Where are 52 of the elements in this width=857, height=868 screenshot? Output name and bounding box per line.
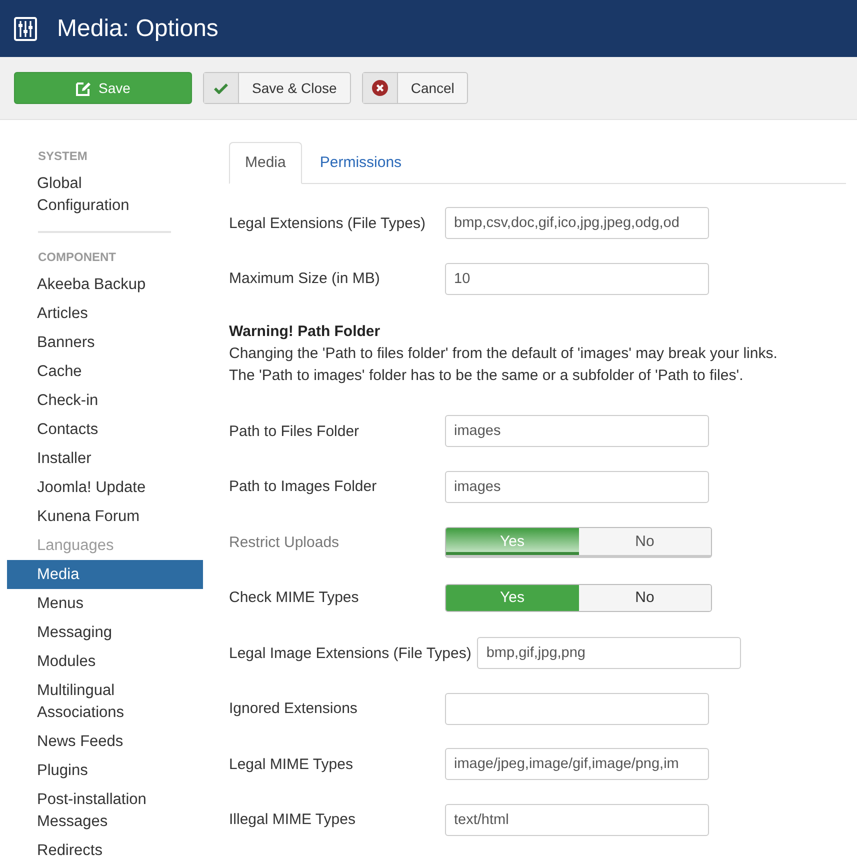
sidebar-item[interactable]: Contacts [7, 415, 203, 444]
tab[interactable]: Permissions [304, 142, 418, 184]
text-field[interactable]: images [445, 415, 709, 447]
text-field[interactable]: bmp,csv,doc,gif,ico,jpg,jpeg,odg,od [445, 207, 709, 239]
sidebar-item[interactable]: Media [7, 560, 203, 589]
sidebar-item[interactable]: Plugins [7, 756, 203, 785]
sidebar-item[interactable]: News Feeds [7, 727, 203, 756]
field-label: Illegal MIME Types [229, 811, 356, 828]
text-field[interactable]: 10 [445, 262, 709, 294]
field-label: Legal Image Extensions (File Types) [229, 644, 472, 662]
save-close-button[interactable]: Save & Close [203, 72, 351, 104]
sidebar-item[interactable]: Global Configuration [7, 170, 203, 220]
sliders-icon [14, 16, 37, 40]
sidebar-item[interactable]: Modules [7, 647, 203, 676]
field-label: Ignored Extensions [229, 700, 358, 717]
field-label: Legal Extensions (File Types) [229, 214, 426, 232]
text-field[interactable]: images [445, 470, 709, 502]
sidebar-heading: SYSTEM [37, 148, 88, 165]
text-field[interactable] [445, 692, 709, 724]
text-field[interactable]: bmp,gif,jpg,png [477, 637, 742, 669]
page-title: Media: Options [57, 14, 218, 42]
sidebar-item[interactable]: Kunena Forum [7, 502, 203, 531]
check-icon [214, 82, 228, 94]
sidebar-item[interactable]: Menus [7, 589, 203, 618]
sidebar-item[interactable]: Cache [7, 357, 203, 386]
sidebar-item[interactable]: Akeeba Backup [7, 270, 203, 299]
field-label: Check MIME Types [229, 589, 360, 606]
field-label: Path to Images Folder [229, 478, 378, 495]
warning-heading: Warning! Path Folder [229, 322, 382, 342]
sidebar-item[interactable]: Installer [7, 444, 203, 473]
x-circle-icon [372, 80, 388, 96]
field-label: Legal MIME Types [229, 756, 354, 772]
sidebar-item[interactable]: Redirects [7, 836, 203, 865]
toggle-option[interactable]: No [578, 584, 711, 610]
sidebar-item[interactable]: Joomla! Update [7, 473, 203, 502]
sidebar-item[interactable]: Post-installation Messages [7, 785, 203, 836]
sidebar-item[interactable]: Messaging [7, 618, 203, 647]
sidebar-item[interactable]: Banners [7, 328, 203, 357]
text-field[interactable]: image/jpeg,image/gif,image/png,im [445, 748, 709, 780]
tab[interactable]: Media [229, 142, 302, 184]
field-label: Path to Files Folder [229, 422, 360, 440]
text-field[interactable]: text/html [445, 804, 709, 836]
sidebar-item[interactable]: Check-in [7, 386, 203, 415]
help-text: The 'Path to images' folder has to be the same or a subfolder of 'Path to files'. [229, 366, 744, 386]
sidebar-heading: COMPONENT [37, 248, 117, 266]
cancel-button[interactable]: Cancel [362, 72, 468, 104]
sidebar-item[interactable]: Articles [7, 299, 203, 328]
edit-icon [76, 80, 91, 96]
field-label: Restrict Uploads [229, 534, 340, 550]
field-label: Maximum Size (in MB) [229, 270, 381, 287]
help-text: Changing the 'Path to files folder' from the default of 'images' may break your links. [229, 344, 778, 364]
sidebar-item[interactable]: Multilingual Associations [7, 676, 203, 727]
